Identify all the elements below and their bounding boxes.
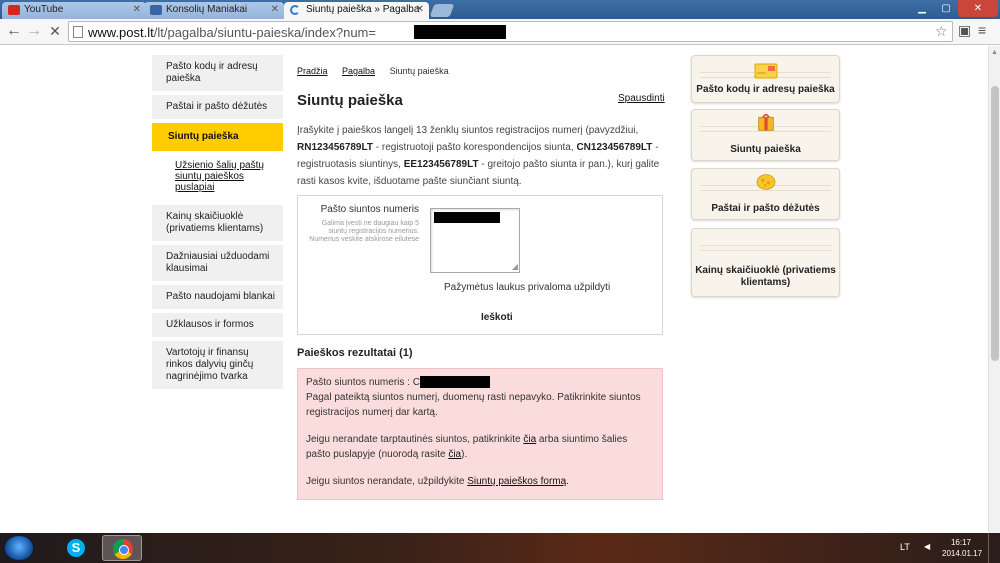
taskbar-skype[interactable]: S bbox=[55, 535, 95, 561]
quicklink-parcel-search[interactable]: Siuntų paieška bbox=[691, 109, 840, 161]
maximize-icon[interactable]: ▢ bbox=[934, 0, 958, 17]
bookmark-star-icon[interactable]: ☆ bbox=[935, 23, 948, 40]
youtube-icon bbox=[8, 5, 20, 15]
skype-icon: S bbox=[67, 539, 85, 557]
page-scrollbar[interactable]: ▲ bbox=[988, 46, 1000, 533]
breadcrumb-current: Siuntų paieška bbox=[389, 66, 449, 76]
breadcrumb-section[interactable]: Pagalba bbox=[342, 66, 375, 76]
sidebar-nav: Pašto kodų ir adresų paieška Paštai ir p… bbox=[152, 55, 283, 393]
result-message: Pašto siuntos numeris : C Pagal pateiktą… bbox=[297, 368, 663, 500]
chrome-icon bbox=[113, 539, 133, 559]
sidebar-item-forms[interactable]: Pašto naudojami blankai bbox=[152, 285, 283, 309]
sidebar-item-inquiries[interactable]: Užklausos ir formos bbox=[152, 313, 283, 337]
field-hint: Galima įvesti ne daugiau kaip 5 siuntų r… bbox=[309, 220, 419, 243]
windows-start-button[interactable] bbox=[4, 535, 34, 561]
back-icon[interactable]: ← bbox=[5, 22, 23, 40]
windows-taskbar: S LT ◀ 16:17 2014.01.17 bbox=[0, 533, 1000, 563]
close-window-icon[interactable]: ✕ bbox=[958, 0, 998, 17]
stop-icon[interactable]: ✕ bbox=[46, 22, 64, 40]
breadcrumb-home[interactable]: Pradžia bbox=[297, 66, 328, 76]
sidebar-item-address-search[interactable]: Pašto kodų ir adresų paieška bbox=[152, 55, 283, 91]
language-indicator[interactable]: LT bbox=[900, 542, 910, 552]
page-icon bbox=[73, 26, 83, 38]
forward-icon[interactable]: → bbox=[25, 22, 43, 40]
tab-youtube[interactable]: YouTube ✕ bbox=[2, 2, 146, 19]
link-cia-international[interactable]: čia bbox=[523, 434, 536, 445]
browser-toolbar: ← → ✕ www.post.lt/lt/pagalba/siuntu-paie… bbox=[0, 19, 1000, 45]
system-clock[interactable]: 16:17 2014.01.17 bbox=[942, 537, 982, 559]
sidebar-item-faq[interactable]: Dažniausiai užduodami klausimai bbox=[152, 245, 283, 281]
sidebar-item-price-calculator[interactable]: Kainų skaičiuoklė (privatiems klientams) bbox=[152, 205, 283, 241]
redacted-url-part bbox=[414, 25, 506, 39]
required-note: Pažymėtus laukus privaloma užpildyti bbox=[444, 282, 611, 293]
sidebar-subitem-foreign-posts[interactable]: Užsienio šalių paštų siuntų paieškos pus… bbox=[152, 155, 283, 201]
url-text[interactable]: www.post.lt/lt/pagalba/siuntu-paieska/in… bbox=[88, 25, 376, 40]
close-icon[interactable]: ✕ bbox=[416, 4, 424, 15]
parcel-number-textarea[interactable]: ◢ bbox=[430, 208, 520, 273]
quicklink-address-search[interactable]: Pašto kodų ir adresų paieška bbox=[691, 55, 840, 103]
show-desktop-button[interactable] bbox=[988, 533, 1000, 563]
print-link[interactable]: Spausdinti bbox=[618, 93, 665, 104]
window-controls: ▁ ▢ ✕ bbox=[910, 0, 998, 17]
sidebar-item-parcel-search[interactable]: Siuntų paieška bbox=[152, 123, 283, 151]
link-cia-country[interactable]: čia bbox=[448, 449, 461, 460]
address-bar[interactable]: www.post.lt/lt/pagalba/siuntu-paieska/in… bbox=[68, 21, 953, 42]
parcel-icon bbox=[758, 114, 774, 131]
map-marker-icon bbox=[756, 174, 776, 190]
sidebar-item-dispute-resolution[interactable]: Vartotojų ir finansų rinkos dalyvių ginč… bbox=[152, 341, 283, 389]
taskbar-chrome[interactable] bbox=[102, 535, 142, 561]
results-title: Paieškos rezultatai (1) bbox=[297, 347, 413, 359]
quicklink-post-offices[interactable]: Paštai ir pašto dėžutės bbox=[691, 168, 840, 220]
search-form: Pašto siuntos numeris Galima įvesti ne d… bbox=[297, 195, 663, 335]
link-search-form[interactable]: Siuntų paieškos formą bbox=[467, 476, 566, 487]
gamepad-icon bbox=[150, 5, 162, 15]
redacted-input-value bbox=[434, 212, 500, 223]
tray-expand-icon[interactable]: ◀ bbox=[924, 542, 930, 551]
scrollbar-thumb[interactable] bbox=[991, 86, 999, 361]
search-button[interactable]: Ieškoti bbox=[481, 312, 513, 323]
page-menu-icon[interactable]: ▣ bbox=[958, 22, 971, 39]
breadcrumb: Pradžia Pagalba Siuntų paieška bbox=[297, 66, 449, 76]
new-tab-button[interactable] bbox=[429, 4, 455, 17]
settings-menu-icon[interactable]: ≡ bbox=[978, 22, 986, 38]
redacted-parcel-number bbox=[419, 376, 490, 389]
quicklink-price-calculator[interactable]: Kainų skaičiuoklė (privatiems klientams) bbox=[691, 228, 840, 297]
resize-grip-icon[interactable]: ◢ bbox=[512, 263, 518, 271]
browser-tabbar: YouTube ✕ Konsolių Maniakai ✕ Siuntų pai… bbox=[0, 0, 1000, 19]
web-page: Pašto kodų ir adresų paieška Paštai ir p… bbox=[0, 46, 988, 533]
close-icon[interactable]: ✕ bbox=[271, 4, 279, 15]
minimize-icon[interactable]: ▁ bbox=[910, 0, 934, 17]
tab-siuntu-paieska[interactable]: Siuntų paieška » Pagalba ✕ bbox=[284, 2, 429, 19]
envelope-icon bbox=[754, 63, 778, 79]
scroll-up-icon[interactable]: ▲ bbox=[991, 49, 998, 56]
close-icon[interactable]: ✕ bbox=[133, 4, 141, 15]
sidebar-item-post-offices[interactable]: Paštai ir pašto dėžutės bbox=[152, 95, 283, 119]
field-label: Pašto siuntos numeris bbox=[320, 204, 419, 215]
tab-konsoliu-maniakai[interactable]: Konsolių Maniakai ✕ bbox=[144, 2, 284, 19]
loading-icon bbox=[290, 5, 300, 15]
page-title: Siuntų paieška bbox=[297, 92, 403, 109]
intro-text: Įrašykite į paieškos langelį 13 ženklų s… bbox=[297, 125, 660, 187]
